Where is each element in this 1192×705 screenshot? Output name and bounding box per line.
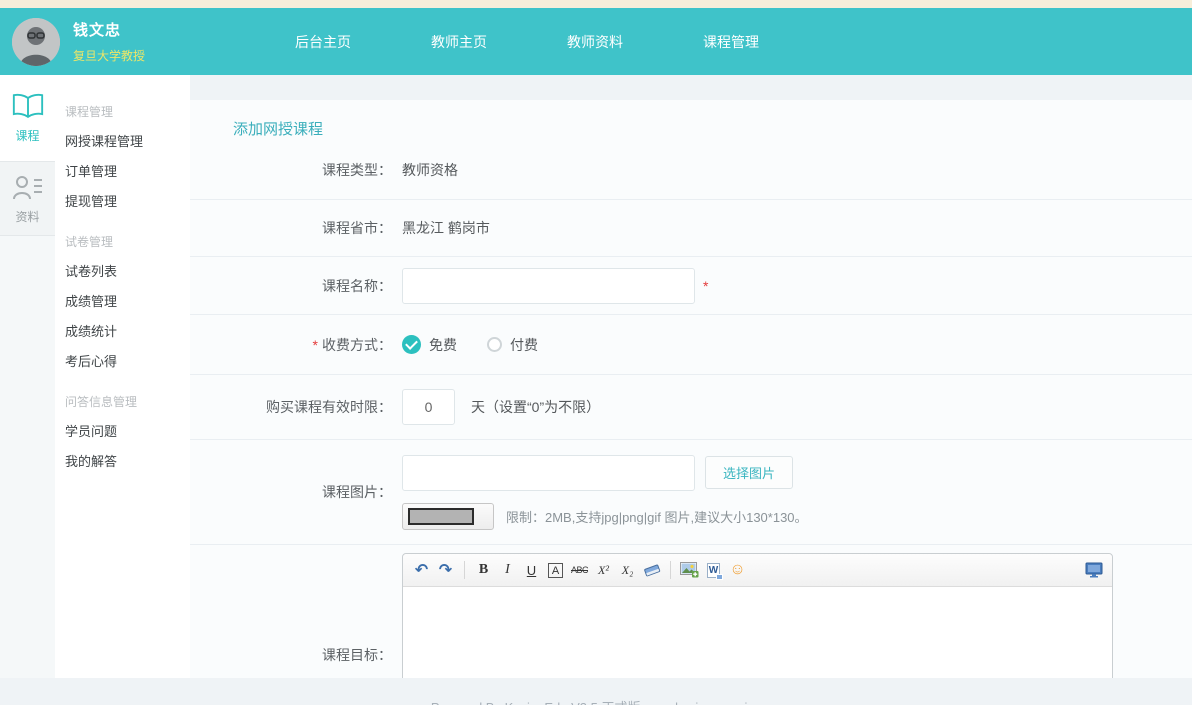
editor-toolbar: ↶ ↷ B I U A ABC X² X₂ (403, 554, 1112, 587)
undo-button[interactable]: ↶ (411, 559, 432, 581)
validity-days-input[interactable] (402, 389, 455, 425)
sidebar-tab-profile-label: 资料 (15, 208, 39, 225)
course-region-value: 黑龙江 鹤岗市 (392, 200, 1192, 256)
emoticon-button[interactable]: ☺ (727, 559, 748, 581)
menu-item-score-management[interactable]: 成绩管理 (65, 287, 190, 317)
fee-radio-free[interactable]: 免费 (402, 335, 457, 355)
insert-image-button[interactable] (679, 559, 700, 581)
nav-item-teacher-home[interactable]: 教师主页 (431, 32, 487, 52)
footer-credit: Powered By KesionEdu V3.5 正式版 www.kesion… (431, 697, 761, 705)
bold-button[interactable]: B (473, 559, 494, 581)
footer: Powered By KesionEdu V3.5 正式版 www.kesion… (0, 678, 1192, 705)
avatar-photo-placeholder (12, 18, 60, 66)
menu-item-student-questions[interactable]: 学员问题 (65, 417, 190, 447)
course-name-field-wrap: * (392, 257, 1192, 314)
validity-label: 购买课程有效时限： (190, 375, 392, 439)
redo-button[interactable]: ↷ (435, 559, 456, 581)
paste-from-word-button[interactable]: W (703, 559, 724, 581)
font-color-glyph: A (548, 563, 563, 578)
page: 钱文忠 复旦大学教授 后台主页 教师主页 教师资料 课程管理 课程 (0, 0, 1192, 705)
course-type-row: 课程类型： 教师资格 (190, 140, 1192, 200)
radio-unchecked-icon (487, 337, 502, 352)
page-title: 添加网授课程 (190, 100, 1192, 140)
fee-radio-free-label: 免费 (429, 335, 457, 355)
validity-field-wrap: 天（设置“0”为不限） (392, 375, 1192, 439)
insert-image-icon (680, 562, 699, 578)
nav-item-admin-home[interactable]: 后台主页 (295, 32, 351, 52)
superscript-button[interactable]: X² (593, 559, 614, 581)
body: 课程 资料 课程管理 网授课程管理 订单管理 提现管理 试卷管理 试卷列表 成绩… (0, 75, 1192, 678)
course-image-row: 课程图片： 选择图片 限制：2MB,支持jpg|png|gif 图片,建议大小1… (190, 440, 1192, 545)
header: 钱文忠 复旦大学教授 后台主页 教师主页 教师资料 课程管理 (0, 8, 1192, 75)
fee-type-label-wrap: * 收费方式： (190, 315, 392, 374)
image-path-line: 选择图片 (402, 455, 793, 491)
menu-item-exam-list[interactable]: 试卷列表 (65, 257, 190, 287)
top-navigation: 后台主页 教师主页 教师资料 课程管理 (295, 32, 759, 52)
italic-button[interactable]: I (497, 559, 518, 581)
course-region-row: 课程省市： 黑龙江 鹤岗市 (190, 200, 1192, 257)
font-color-button[interactable]: A (545, 559, 566, 581)
fullscreen-button[interactable] (1083, 559, 1104, 581)
book-icon (11, 93, 45, 120)
course-region-label: 课程省市： (190, 200, 392, 256)
main-content: 添加网授课程 课程类型： 教师资格 课程省市： 黑龙江 鹤岗市 课程名称： * (190, 75, 1192, 678)
form-panel: 添加网授课程 课程类型： 教师资格 课程省市： 黑龙江 鹤岗市 课程名称： * (190, 100, 1192, 678)
course-image-input[interactable] (402, 455, 695, 491)
sidebar-tab-course[interactable]: 课程 (0, 75, 55, 161)
fee-required-asterisk: * (313, 337, 318, 353)
upload-widget[interactable] (402, 503, 494, 530)
fullscreen-monitor-icon (1085, 562, 1103, 578)
avatar (12, 18, 60, 66)
menu-item-my-answers[interactable]: 我的解答 (65, 447, 190, 477)
fee-radio-paid[interactable]: 付费 (487, 335, 538, 355)
user-info: 钱文忠 复旦大学教授 (73, 19, 145, 64)
course-type-value: 教师资格 (392, 140, 1192, 199)
course-name-label: 课程名称： (190, 257, 392, 314)
course-name-required-asterisk: * (703, 278, 708, 294)
remove-format-button[interactable] (641, 559, 662, 581)
course-image-label: 课程图片： (190, 440, 392, 544)
image-upload-line: 限制：2MB,支持jpg|png|gif 图片,建议大小130*130。 (402, 503, 808, 530)
validity-row: 购买课程有效时限： 天（设置“0”为不限） (190, 375, 1192, 440)
menu-header-exam-management: 试卷管理 (65, 227, 190, 257)
menu-header-course-management: 课程管理 (65, 97, 190, 127)
menu-header-qa-info-management: 问答信息管理 (65, 387, 190, 417)
subscript-button[interactable]: X₂ (617, 559, 638, 581)
toolbar-separator (670, 561, 671, 579)
image-restriction-hint: 限制：2MB,支持jpg|png|gif 图片,建议大小130*130。 (506, 507, 808, 526)
fee-type-label: 收费方式： (322, 335, 392, 355)
course-type-label: 课程类型： (190, 140, 392, 199)
profile-card-icon (12, 173, 44, 201)
upload-widget-inner (408, 508, 474, 525)
radio-checked-icon (402, 335, 421, 354)
strikethrough-button[interactable]: ABC (569, 559, 590, 581)
course-image-controls: 选择图片 限制：2MB,支持jpg|png|gif 图片,建议大小130*130… (392, 440, 1192, 544)
top-accent-strip (0, 0, 1192, 8)
course-name-row: 课程名称： * (190, 257, 1192, 315)
nav-item-teacher-profile[interactable]: 教师资料 (567, 32, 623, 52)
course-name-input[interactable] (402, 268, 695, 304)
sidebar-menu: 课程管理 网授课程管理 订单管理 提现管理 试卷管理 试卷列表 成绩管理 成绩统… (55, 75, 190, 678)
fee-options: 免费 付费 (392, 315, 1192, 374)
menu-item-score-statistics[interactable]: 成绩统计 (65, 317, 190, 347)
menu-item-withdrawal-management[interactable]: 提现管理 (65, 187, 190, 217)
toolbar-separator (464, 561, 465, 579)
nav-item-course-management[interactable]: 课程管理 (703, 32, 759, 52)
user-name: 钱文忠 (73, 19, 145, 40)
menu-item-post-exam-thoughts[interactable]: 考后心得 (65, 347, 190, 377)
fee-type-row: * 收费方式： 免费 付费 (190, 315, 1192, 375)
sidebar-tab-course-label: 课程 (15, 127, 39, 144)
fee-radio-paid-label: 付费 (510, 335, 538, 355)
underline-button[interactable]: U (521, 559, 542, 581)
validity-suffix: 天（设置“0”为不限） (471, 397, 600, 417)
sidebar-icon-column: 课程 资料 (0, 75, 55, 678)
choose-image-button[interactable]: 选择图片 (705, 456, 793, 489)
sidebar-tab-profile[interactable]: 资料 (0, 161, 55, 236)
menu-item-online-course-management[interactable]: 网授课程管理 (65, 127, 190, 157)
word-icon-image-badge (716, 574, 723, 580)
menu-item-order-management[interactable]: 订单管理 (65, 157, 190, 187)
user-role: 复旦大学教授 (73, 47, 145, 64)
eraser-icon (643, 563, 661, 577)
